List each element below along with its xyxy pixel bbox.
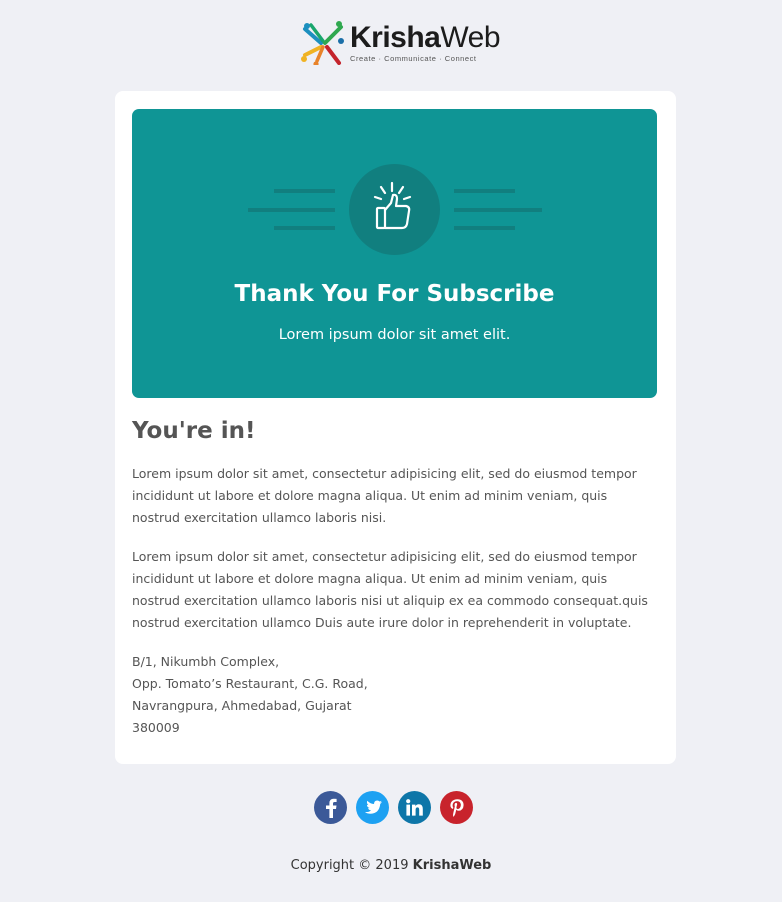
thumbs-up-icon [373,181,412,230]
hero-title: Thank You For Subscribe [234,281,555,307]
email-page: KrishaWeb Create · Communicate · Connect [0,0,782,902]
address-line: Navrangpura, Ahmedabad, Gujarat [132,698,352,713]
hero-banner: Thank You For Subscribe Lorem ipsum dolo… [132,109,657,398]
paragraph-2: Lorem ipsum dolor sit amet, consectetur … [132,549,648,630]
address-line: Opp. Tomato’s Restaurant, C.G. Road, [132,676,368,691]
logo-text: KrishaWeb Create · Communicate · Connect [350,21,501,64]
thumbs-up-badge [349,164,440,255]
content-heading: You're in! [132,418,256,444]
linkedin-link[interactable] [398,791,431,824]
pinterest-icon [449,798,464,817]
brand-name: KrishaWeb [350,21,501,54]
krishaweb-logo-icon [301,21,344,65]
address-line: 380009 [132,720,180,735]
facebook-link[interactable] [314,791,347,824]
copyright-text: Copyright © 2019 [290,858,413,873]
twitter-icon [364,799,382,814]
brand-logo[interactable]: KrishaWeb Create · Communicate · Connect [301,20,501,66]
address-line: B/1, Nikumbh Complex, [132,654,280,669]
address-block: B/1, Nikumbh Complex, Opp. Tomato’s Rest… [132,651,657,739]
email-card: Thank You For Subscribe Lorem ipsum dolo… [115,91,676,764]
linkedin-icon [406,799,423,816]
pinterest-link[interactable] [440,791,473,824]
email-content: You're in! Lorem ipsum dolor sit amet, c… [132,416,657,739]
footer-copyright: Copyright © 2019 KrishaWeb [0,856,782,876]
social-links [314,791,473,824]
hero-subtitle: Lorem ipsum dolor sit amet elit. [278,327,511,343]
brand-tagline: Create · Communicate · Connect [350,54,477,63]
twitter-link[interactable] [356,791,389,824]
paragraph-1: Lorem ipsum dolor sit amet, consectetur … [132,466,637,525]
footer-brand[interactable]: KrishaWeb [413,858,492,873]
facebook-icon [325,798,337,818]
